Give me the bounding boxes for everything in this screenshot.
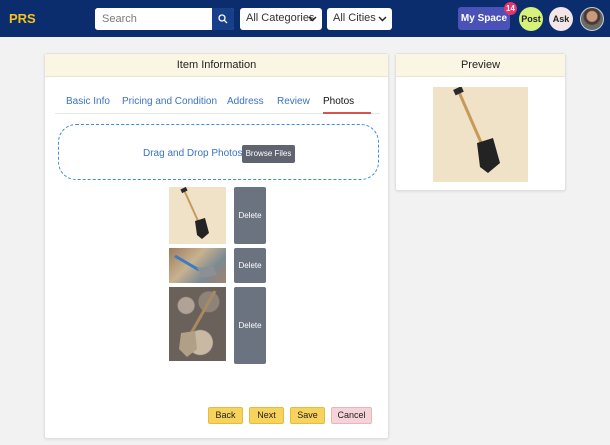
- delete-photo-button[interactable]: Delete: [234, 287, 266, 364]
- photo-thumbnail: [169, 248, 226, 283]
- back-button[interactable]: Back: [208, 407, 243, 424]
- save-button[interactable]: Save: [290, 407, 325, 424]
- my-space-button[interactable]: My Space: [458, 7, 510, 30]
- item-information-panel: Item Information Basic Info Pricing and …: [44, 53, 389, 439]
- preview-panel: Preview: [395, 53, 566, 191]
- delete-photo-button[interactable]: Delete: [234, 248, 266, 283]
- search-box: [95, 8, 234, 30]
- item-tabs: Basic Info Pricing and Condition Address…: [55, 88, 380, 114]
- avatar[interactable]: [580, 7, 604, 31]
- ask-button[interactable]: Ask: [549, 7, 573, 31]
- chevron-down-icon: [308, 16, 317, 22]
- shovel-image: [453, 86, 500, 173]
- category-select-value: All Categories: [246, 12, 315, 24]
- search-button[interactable]: [212, 8, 234, 30]
- post-button[interactable]: Post: [519, 7, 543, 31]
- tab-address[interactable]: Address: [227, 96, 264, 107]
- trowel-image: [174, 254, 217, 278]
- tab-basic-info[interactable]: Basic Info: [66, 96, 110, 107]
- photo-thumbnail: [169, 287, 226, 361]
- active-tab-indicator: [323, 112, 371, 114]
- brand-logo[interactable]: PRS: [9, 11, 36, 26]
- shovel-image: [180, 187, 209, 239]
- tab-review[interactable]: Review: [277, 96, 310, 107]
- city-select[interactable]: All Cities: [327, 8, 392, 30]
- search-input[interactable]: [95, 8, 212, 30]
- city-select-value: All Cities: [333, 12, 376, 24]
- preview-image: [433, 86, 528, 182]
- chevron-down-icon: [378, 16, 387, 22]
- dropzone-text: Drag and Drop Photos: [143, 148, 243, 159]
- shovel-in-rocks-image: [179, 290, 217, 357]
- category-select[interactable]: All Categories: [240, 8, 322, 30]
- search-icon: [218, 14, 228, 24]
- notification-badge: 14: [504, 2, 517, 15]
- preview-title: Preview: [396, 54, 565, 77]
- photo-thumbnail: [169, 187, 226, 244]
- item-information-title: Item Information: [45, 54, 388, 77]
- cancel-button[interactable]: Cancel: [331, 407, 372, 424]
- tab-photos[interactable]: Photos: [323, 96, 354, 107]
- top-navbar: PRS All Categories All Cities My Space 1…: [0, 0, 610, 37]
- next-button[interactable]: Next: [249, 407, 284, 424]
- delete-photo-button[interactable]: Delete: [234, 187, 266, 244]
- browse-files-button[interactable]: Browse Files: [242, 145, 295, 163]
- photo-dropzone[interactable]: Drag and Drop Photos Browse Files: [58, 124, 379, 180]
- tab-pricing-and-condition[interactable]: Pricing and Condition: [122, 96, 217, 107]
